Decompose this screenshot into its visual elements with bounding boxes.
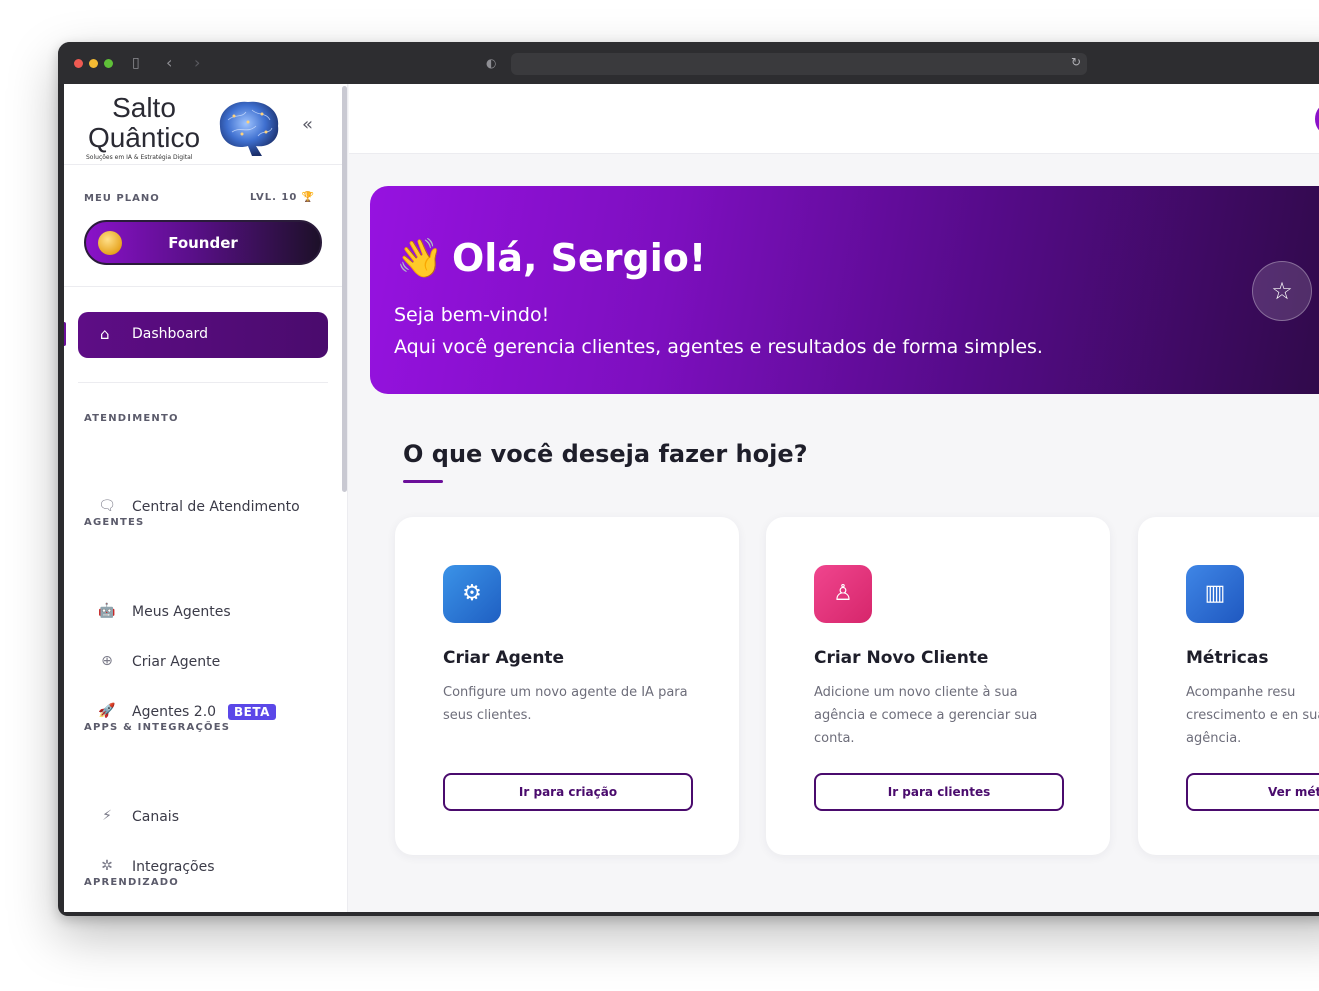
browser-window: ▯ ‹ › ◐ ↻ Salto Quântico Soluções em IA …	[58, 42, 1319, 916]
divider	[64, 286, 342, 287]
nav-item-dashboard[interactable]: ⌂ Dashboard	[78, 312, 328, 358]
section-aprendizado: APRENDIZADO	[84, 877, 179, 888]
plan-level: LVL. 10 🏆	[250, 192, 315, 203]
puzzle-icon: ✲	[101, 858, 113, 874]
waving-hand-icon: 👋	[396, 236, 444, 280]
nav-item-label: Criar Agente	[132, 654, 221, 670]
app-content: Salto Quântico Soluções em IA & Estratég…	[64, 84, 1319, 912]
topbar	[349, 84, 1319, 154]
reload-icon[interactable]: ↻	[1071, 55, 1081, 69]
card-metricas: ▥ Métricas Acompanhe resu crescimento e …	[1138, 517, 1319, 855]
title-underline	[403, 480, 443, 483]
card-description: Configure um novo agente de IA para seus…	[443, 685, 688, 723]
forward-icon[interactable]: ›	[194, 54, 200, 72]
avatar[interactable]	[1315, 104, 1319, 134]
plan-level-text: LVL. 10	[250, 192, 298, 203]
nav-item-label: Meus Agentes	[132, 604, 231, 620]
star-icon[interactable]: ☆	[1252, 261, 1312, 321]
robot-icon: 🤖	[98, 603, 116, 619]
divider	[78, 382, 328, 383]
go-to-clients-button[interactable]: Ir para clientes	[814, 773, 1064, 811]
welcome-subtitle: Seja bem-vindo!	[394, 304, 550, 326]
brain-logo-icon	[219, 101, 279, 156]
welcome-title: Olá, Sergio!	[452, 236, 707, 280]
card-title: Criar Novo Cliente	[814, 648, 989, 668]
browser-titlebar: ▯ ‹ › ◐ ↻	[58, 42, 1319, 84]
card-criar-agente: ⚙ Criar Agente Configure um novo agente …	[395, 517, 739, 855]
section-apps-integracoes: APPS & INTEGRAÇÕES	[84, 722, 231, 733]
sidebar-scrollbar[interactable]	[342, 86, 347, 492]
nav-item-label: Canais	[132, 809, 179, 825]
rocket-icon: 🚀	[98, 703, 116, 719]
logo-tagline: Soluções em IA & Estratégia Digital	[86, 154, 193, 161]
robot-icon: ⚙	[443, 565, 501, 623]
shield-icon[interactable]: ◐	[486, 54, 496, 72]
section-agentes: AGENTES	[84, 517, 145, 528]
section-title: O que você deseja fazer hoje?	[403, 440, 808, 468]
close-window-button[interactable]	[74, 59, 83, 68]
nav-item-label: Integrações	[132, 859, 215, 875]
logo-line1: Salto	[112, 92, 176, 123]
nav-item-label: Agentes 2.0	[132, 704, 217, 720]
card-description: Acompanhe resu crescimento e en sua agên…	[1186, 685, 1319, 746]
beta-badge: BETA	[228, 704, 276, 720]
bar-chart-icon: ▥	[1186, 565, 1244, 623]
trophy-icon: 🏆	[301, 192, 316, 203]
chat-icon: 🗨	[98, 498, 116, 514]
card-description: Adicione um novo cliente à sua agência e…	[814, 685, 1038, 746]
welcome-description: Aqui você gerencia clientes, agentes e r…	[394, 336, 1043, 358]
sidebar: Salto Quântico Soluções em IA & Estratég…	[64, 84, 348, 912]
home-icon: ⌂	[100, 325, 110, 343]
plan-label: MEU PLANO	[84, 193, 160, 204]
view-metrics-button[interactable]: Ver mét	[1186, 773, 1319, 811]
go-to-creation-button[interactable]: Ir para criação	[443, 773, 693, 811]
plug-icon: ⚡	[102, 808, 112, 824]
active-nav-marker	[64, 322, 66, 346]
logo-text: Salto Quântico	[86, 94, 202, 152]
sidebar-toggle-icon[interactable]: ▯	[132, 54, 140, 72]
back-icon[interactable]: ‹	[166, 54, 172, 72]
address-bar[interactable]: ↻	[511, 53, 1087, 75]
logo-line2: Quântico	[87, 122, 201, 153]
user-icon: ♙	[814, 565, 872, 623]
collapse-sidebar-icon[interactable]: «	[302, 114, 313, 135]
welcome-banner: 👋 Olá, Sergio! Seja bem-vindo! Aqui você…	[370, 186, 1319, 394]
card-title: Métricas	[1186, 648, 1269, 668]
card-title: Criar Agente	[443, 648, 565, 668]
divider	[64, 164, 342, 165]
plan-name: Founder	[168, 234, 238, 252]
card-criar-cliente: ♙ Criar Novo Cliente Adicione um novo cl…	[766, 517, 1110, 855]
plus-circle-icon: ⊕	[101, 653, 113, 669]
maximize-window-button[interactable]	[104, 59, 113, 68]
plan-founder-button[interactable]: Founder	[84, 220, 322, 265]
nav-item-label: Central de Atendimento	[132, 499, 300, 515]
nav-item-label: Dashboard	[132, 326, 208, 342]
section-atendimento: ATENDIMENTO	[84, 413, 179, 424]
logo[interactable]: Salto Quântico Soluções em IA & Estratég…	[84, 94, 284, 164]
minimize-window-button[interactable]	[89, 59, 98, 68]
